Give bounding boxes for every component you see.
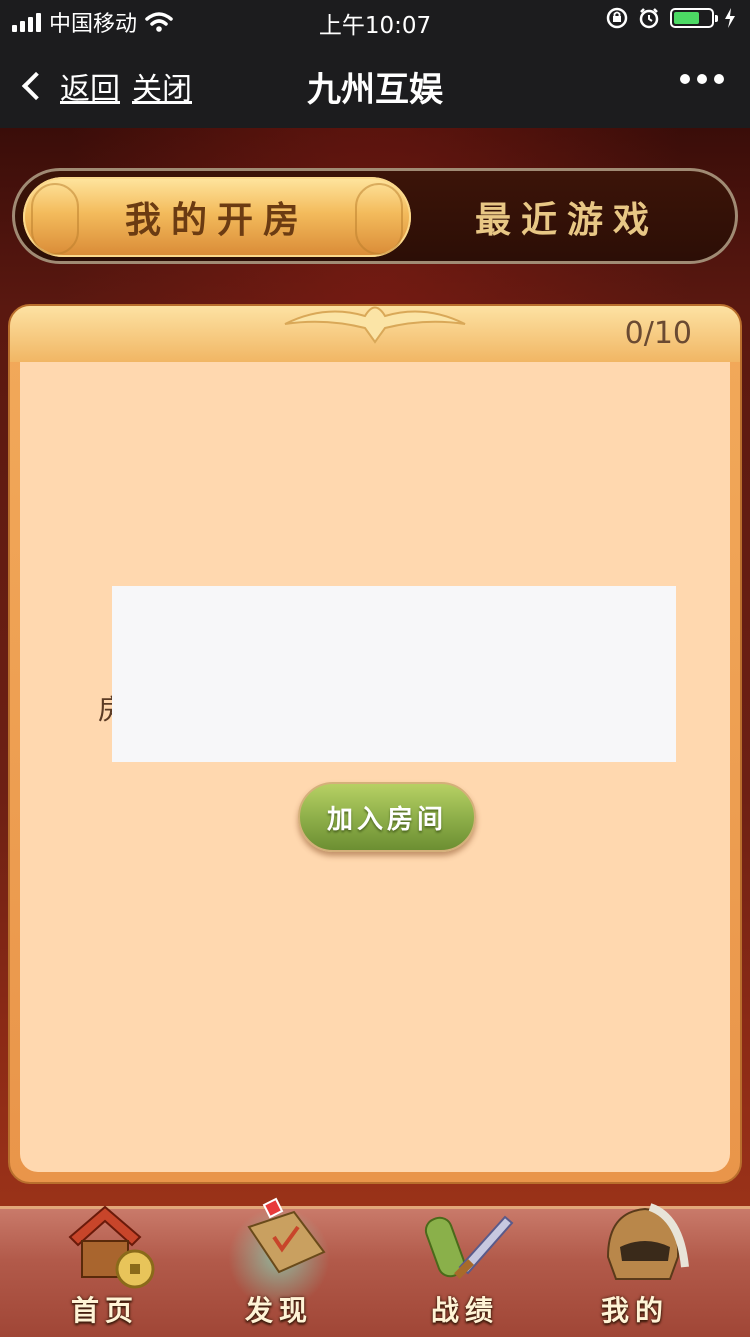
back-label: 返回 — [60, 72, 120, 107]
nav-item-discover[interactable]: 发现 — [214, 1197, 344, 1337]
discover-scroll-icon — [247, 1197, 326, 1274]
tab-my-rooms-label: 我的开房 — [124, 199, 309, 241]
tab-recent-games[interactable]: 最近游戏 — [407, 177, 727, 257]
status-bar: 中国移动 上午10:07 — [0, 0, 750, 40]
charging-icon — [725, 8, 735, 28]
bottom-nav: 首页 发现 战绩 我的 — [0, 1197, 750, 1337]
ornament-icon — [284, 306, 466, 344]
house-coin-icon — [68, 1205, 155, 1289]
nav-item-records[interactable]: 战绩 — [400, 1209, 530, 1337]
nav-bar: 返回 关闭 九州互娱 — [0, 40, 750, 128]
nav-item-records-label: 战绩 — [430, 1294, 499, 1327]
tab-my-rooms[interactable]: 我的开房 — [23, 177, 411, 257]
nav-item-mine[interactable]: 我的 — [570, 1203, 700, 1337]
battery-icon — [670, 8, 718, 28]
status-right — [606, 7, 736, 29]
warrior-helmet-icon — [606, 1203, 689, 1280]
tab-ornament-left — [31, 183, 79, 255]
more-options-icon[interactable] — [680, 74, 724, 84]
close-button[interactable]: 关闭 — [132, 64, 192, 108]
chevron-left-icon — [21, 71, 51, 101]
join-room-button[interactable]: 加入房间 — [298, 782, 476, 852]
panel-header: 0/10 — [10, 306, 740, 362]
tab-bar: 我的开房 最近游戏 — [12, 168, 738, 264]
tab-ornament-right — [355, 183, 403, 255]
alarm-icon — [639, 8, 659, 29]
nav-item-home[interactable]: 首页 — [40, 1205, 170, 1337]
nav-item-discover-label: 发现 — [244, 1294, 313, 1327]
panel-body: 房 加入房间 — [20, 362, 730, 1172]
scroll-sword-icon — [424, 1215, 514, 1279]
room-panel: 0/10 房 加入房间 — [8, 304, 742, 1184]
nav-item-mine-label: 我的 — [600, 1294, 669, 1327]
game-area: 我的开房 最近游戏 0/10 房 加入房间 首页 — [0, 128, 750, 1337]
room-count: 0/10 — [624, 316, 692, 351]
nav-item-home-label: 首页 — [70, 1294, 139, 1327]
rotation-lock-icon — [606, 7, 628, 29]
room-number-input[interactable] — [112, 586, 676, 762]
back-button[interactable]: 返回 — [18, 64, 120, 108]
